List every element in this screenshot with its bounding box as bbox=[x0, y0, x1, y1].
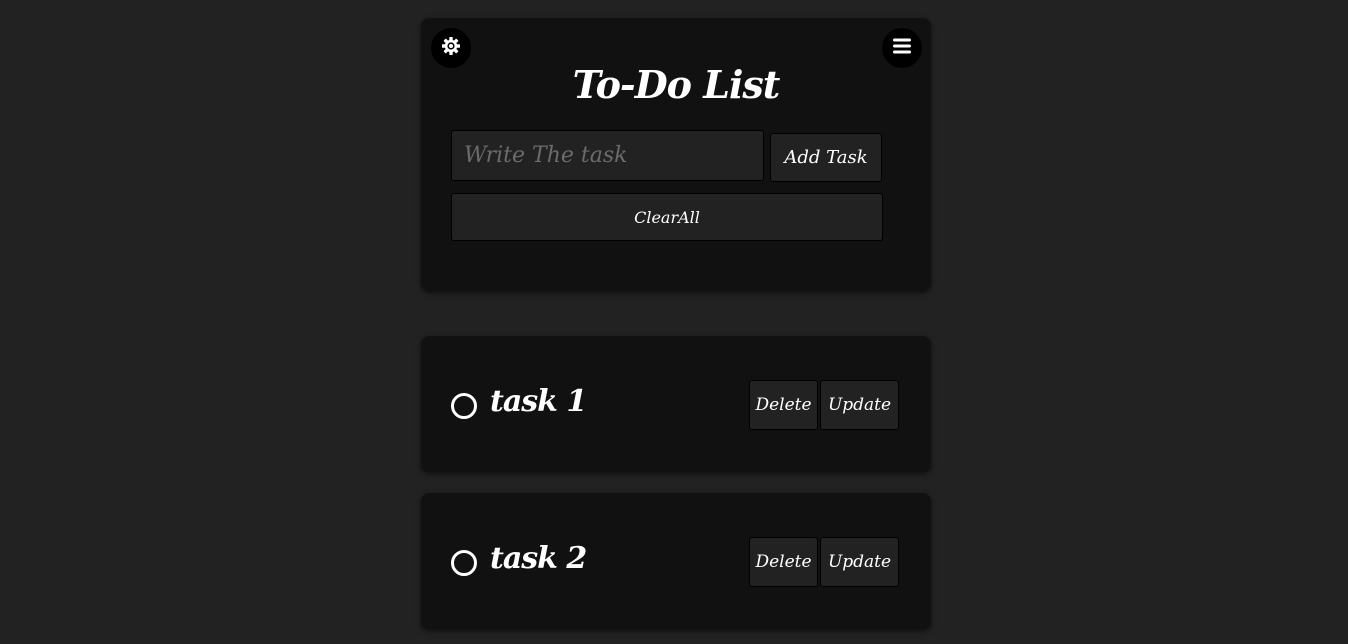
delete-task-button[interactable]: Delete bbox=[749, 380, 818, 430]
clear-all-button[interactable]: ClearAll bbox=[451, 193, 883, 241]
task-card: task 2 Delete Update bbox=[421, 493, 931, 629]
task-text: task 2 bbox=[490, 541, 587, 576]
task-input[interactable] bbox=[451, 130, 764, 181]
update-task-button[interactable]: Update bbox=[820, 537, 899, 587]
task-checkbox[interactable] bbox=[451, 550, 477, 576]
hamburger-menu-icon bbox=[893, 38, 911, 58]
task-card: task 1 Delete Update bbox=[421, 336, 931, 472]
todo-form-card: To-Do List Add Task ClearAll bbox=[421, 18, 931, 291]
add-task-button[interactable]: Add Task bbox=[770, 133, 882, 182]
gear-icon bbox=[441, 36, 461, 60]
page-title: To-Do List bbox=[572, 62, 781, 107]
update-task-button[interactable]: Update bbox=[820, 380, 899, 430]
task-text: task 1 bbox=[490, 384, 587, 419]
delete-task-button[interactable]: Delete bbox=[749, 537, 818, 587]
task-checkbox[interactable] bbox=[451, 393, 477, 419]
